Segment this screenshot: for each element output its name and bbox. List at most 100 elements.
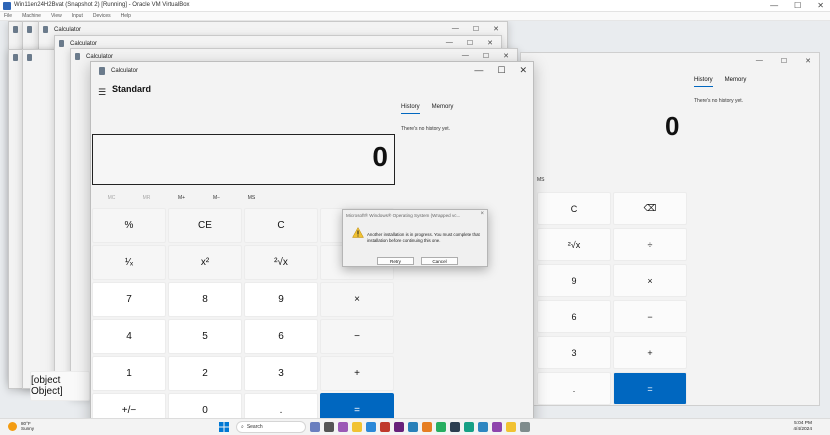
key-square[interactable]: x² (168, 245, 242, 280)
key-2[interactable]: 2 (168, 356, 242, 391)
close-icon[interactable]: ✕ (817, 0, 824, 12)
key-7[interactable]: 7 (92, 282, 166, 317)
menu-input[interactable]: Input (72, 12, 83, 20)
key-0[interactable]: 0 (168, 393, 242, 418)
key-backspace[interactable]: ⌫ (613, 192, 687, 225)
key-3[interactable]: 3 (244, 356, 318, 391)
maximize-icon[interactable]: ☐ (467, 39, 473, 47)
widgets-icon[interactable] (310, 422, 320, 432)
key-1[interactable]: 1 (92, 356, 166, 391)
menu-view[interactable]: View (51, 12, 62, 20)
mr-button[interactable]: MR (129, 195, 164, 207)
vscode-icon[interactable] (408, 422, 418, 432)
calculator-icon (27, 26, 32, 33)
key-9[interactable]: 9 (537, 264, 611, 297)
key-minus[interactable]: − (613, 300, 687, 333)
task-view-icon[interactable] (324, 422, 334, 432)
app-icon[interactable] (422, 422, 432, 432)
ms-button[interactable]: MS (537, 177, 545, 183)
key-multiply[interactable]: × (613, 264, 687, 297)
key-sqrt[interactable]: ²√x (244, 245, 318, 280)
warning-app-icon[interactable] (506, 422, 516, 432)
key-sqrt[interactable]: ²√x (537, 228, 611, 261)
minimize-icon[interactable]: — (756, 57, 763, 65)
visual-studio-icon[interactable] (394, 422, 404, 432)
app-icon[interactable] (492, 422, 502, 432)
guest-desktop: Calculator — ☐ ✕ Calculator — ☐ ✕ Calculator… (0, 21, 830, 418)
key-equals[interactable]: = (320, 393, 394, 418)
maximize-icon[interactable]: ☐ (497, 65, 505, 76)
key-minus[interactable]: − (320, 319, 394, 354)
tab-history[interactable]: History (401, 104, 420, 114)
key-negate[interactable]: +/− (92, 393, 166, 418)
edge-icon[interactable] (366, 422, 376, 432)
key-3[interactable]: 3 (537, 336, 611, 369)
minimize-icon[interactable]: — (462, 52, 469, 60)
file-explorer-icon[interactable] (352, 422, 362, 432)
maximize-icon[interactable]: ☐ (483, 52, 489, 60)
minimize-icon[interactable]: — (770, 0, 778, 12)
calculator-app-icon[interactable] (520, 422, 530, 432)
installer-dialog[interactable]: Microsoft® Windows® Operating System (Wr… (342, 209, 488, 267)
mc-button[interactable]: MC (94, 195, 129, 207)
window-title: Calculator (86, 53, 114, 60)
key-5[interactable]: 5 (168, 319, 242, 354)
key-9[interactable]: 9 (244, 282, 318, 317)
menu-file[interactable]: File (4, 12, 12, 20)
tab-memory[interactable]: Memory (725, 77, 747, 87)
weather-widget[interactable]: 80°F Sunny (8, 421, 34, 431)
key-multiply[interactable]: × (320, 282, 394, 317)
close-icon[interactable]: ✕ (503, 52, 509, 60)
key-8[interactable]: 8 (168, 282, 242, 317)
close-icon[interactable]: ✕ (805, 57, 811, 65)
menu-machine[interactable]: Machine (22, 12, 41, 20)
key-c[interactable]: C (244, 208, 318, 243)
cancel-button[interactable]: Cancel (421, 257, 458, 265)
maximize-icon[interactable]: ☐ (781, 57, 787, 65)
app-icon[interactable] (436, 422, 446, 432)
terminal-icon[interactable] (450, 422, 460, 432)
tab-history[interactable]: History (694, 77, 713, 87)
app-icon[interactable] (464, 422, 474, 432)
tab-memory[interactable]: Memory (432, 104, 454, 114)
key-percent[interactable]: % (92, 208, 166, 243)
menu-help[interactable]: Help (121, 12, 131, 20)
retry-button[interactable]: Retry (377, 257, 414, 265)
chat-icon[interactable] (338, 422, 348, 432)
minimize-icon[interactable]: — (452, 25, 459, 33)
maximize-icon[interactable]: ☐ (473, 25, 479, 33)
menu-devices[interactable]: Devices (93, 12, 111, 20)
taskbar-search[interactable]: ⌕ Search (236, 421, 306, 433)
key-ce[interactable]: CE (168, 208, 242, 243)
key-divide[interactable]: ÷ (613, 228, 687, 261)
close-icon[interactable]: ✕ (519, 65, 527, 76)
calculator-display: 0 (92, 134, 395, 185)
close-icon[interactable]: ✕ (487, 39, 493, 47)
maximize-icon[interactable]: ☐ (794, 0, 801, 12)
right-calculator-window[interactable]: — ☐ ✕ History Memory There's no history ye… (520, 52, 820, 406)
key-equals[interactable]: = (613, 372, 687, 405)
close-icon[interactable]: × (480, 211, 484, 217)
menu-icon[interactable]: ☰ (98, 87, 106, 98)
key-plus[interactable]: + (613, 336, 687, 369)
taskbar-clock[interactable]: 5:04 PM 4/4/2024 (793, 421, 812, 433)
key-6[interactable]: 6 (537, 300, 611, 333)
app-icon[interactable] (478, 422, 488, 432)
minimize-icon[interactable]: — (446, 39, 453, 47)
store-icon[interactable] (380, 422, 390, 432)
key-decimal[interactable]: . (537, 372, 611, 405)
m-plus-button[interactable]: M+ (164, 195, 199, 207)
close-icon[interactable]: ✕ (493, 25, 499, 33)
windows-start-icon[interactable] (219, 422, 229, 432)
key-4[interactable]: 4 (92, 319, 166, 354)
m-minus-button[interactable]: M− (199, 195, 234, 207)
ms-button[interactable]: MS (234, 195, 269, 207)
key-plus[interactable]: + (320, 356, 394, 391)
key-c[interactable]: C (537, 192, 611, 225)
minimize-icon[interactable]: — (474, 65, 483, 76)
key-reciprocal[interactable]: ¹⁄ₓ (92, 245, 166, 280)
warning-icon (352, 227, 364, 238)
key-negate-behind[interactable]: [object Object] (30, 371, 90, 401)
key-6[interactable]: 6 (244, 319, 318, 354)
key-decimal[interactable]: . (244, 393, 318, 418)
